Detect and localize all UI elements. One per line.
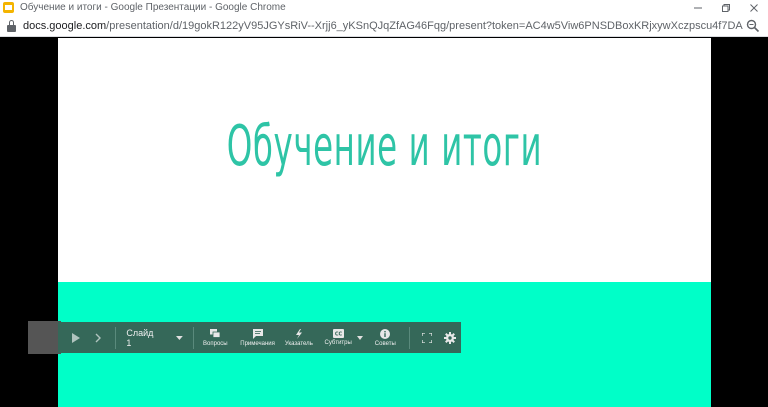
address-bar[interactable]: docs.google.com/presentation/d/19gokR122… (0, 15, 768, 37)
captions-button[interactable]: CC Субтитры (322, 322, 355, 353)
captions-dropdown[interactable] (355, 322, 365, 353)
zoom-icon[interactable] (746, 19, 760, 33)
restore-icon (722, 3, 730, 12)
notes-label: Примечания (240, 340, 275, 347)
close-icon (750, 3, 758, 12)
questions-button[interactable]: Вопросы (198, 322, 233, 353)
slide-selector-label: Слайд 1 (126, 327, 154, 348)
captions-icon: CC (332, 329, 344, 338)
url-host: docs.google.com (23, 19, 107, 32)
pointer-button[interactable]: Указатель (282, 322, 315, 353)
window-controls (684, 0, 768, 15)
toolbar-divider (409, 326, 410, 349)
slides-app-icon (3, 2, 14, 13)
captions-label: Субтитры (324, 340, 352, 346)
tips-label: Советы (374, 340, 396, 347)
url-text[interactable]: docs.google.com/presentation/d/19gokR122… (23, 20, 743, 32)
close-button[interactable] (740, 0, 768, 15)
settings-icon (444, 331, 457, 344)
restore-button[interactable] (712, 0, 740, 15)
notes-button[interactable]: Примечания (239, 322, 276, 353)
window-title: Обучение и итоги - Google Презентации - … (20, 2, 286, 13)
toolbar-divider (192, 326, 194, 349)
presenter-toolbar: Слайд 1 Вопросы Примечания Указатель CC … (58, 322, 461, 353)
minimize-button[interactable] (684, 0, 712, 15)
fullscreen-icon (421, 332, 432, 343)
next-icon (95, 333, 101, 342)
questions-label: Вопросы (203, 340, 228, 347)
pointer-icon (295, 328, 302, 339)
pointer-label: Указатель (284, 340, 313, 347)
tips-button[interactable]: Советы (371, 322, 400, 353)
dropdown-icon (356, 335, 363, 340)
slide-selector[interactable]: Слайд 1 (116, 322, 192, 353)
settings-button[interactable] (439, 322, 461, 353)
fullscreen-button[interactable] (414, 322, 439, 353)
url-path: /presentation/d/19gokR122yV95JGYsRiV--Xr… (106, 19, 743, 32)
toolbar-shadow (28, 321, 61, 354)
lock-icon[interactable] (7, 19, 16, 32)
window-titlebar: Обучение и итоги - Google Презентации - … (0, 0, 768, 15)
dropdown-icon (175, 335, 183, 340)
minimize-icon (694, 7, 702, 8)
svg-text:CC: CC (334, 332, 342, 338)
slide-title: Обучение и итоги (226, 114, 543, 179)
play-button[interactable] (68, 332, 84, 343)
tips-icon (380, 328, 391, 339)
next-slide-button[interactable] (90, 333, 106, 343)
play-icon (71, 332, 80, 343)
questions-icon (210, 328, 221, 338)
notes-icon (252, 328, 263, 339)
